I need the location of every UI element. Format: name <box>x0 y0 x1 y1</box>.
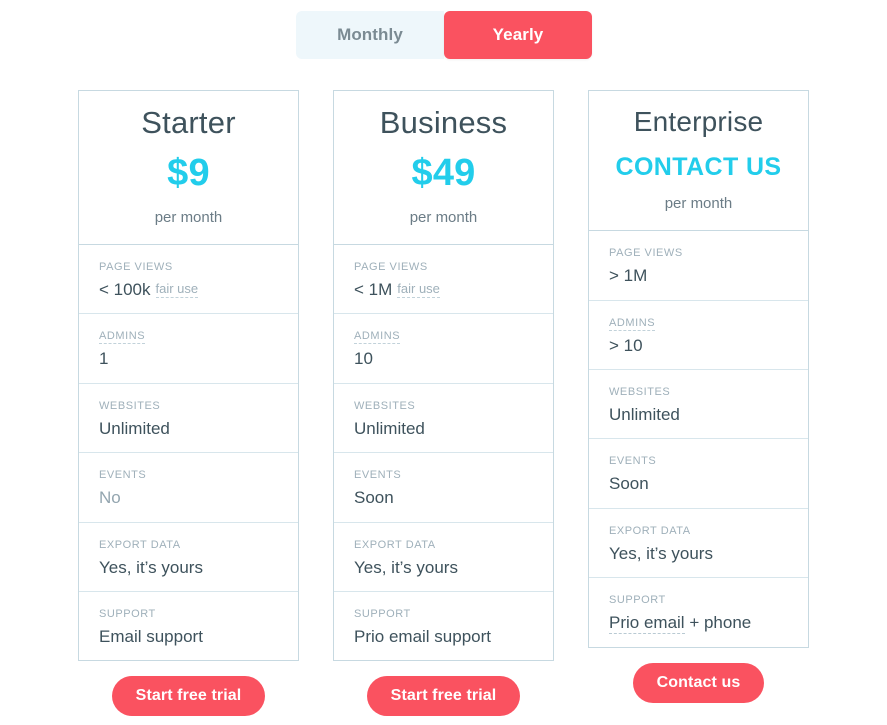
feature-row-admins: ADMINS > 10 <box>589 301 808 371</box>
toggle-option-yearly[interactable]: Yearly <box>444 11 592 59</box>
feature-row-websites: WEBSITES Unlimited <box>589 370 808 440</box>
feature-label-websites: WEBSITES <box>609 386 671 399</box>
feature-value-page-views: > 1M <box>609 266 788 286</box>
feature-label-export-data: EXPORT DATA <box>99 538 181 551</box>
plan-price: CONTACT US <box>615 153 782 182</box>
feature-value-support: Prio email + phone <box>609 613 788 635</box>
feature-label-export-data: EXPORT DATA <box>609 524 691 537</box>
feature-row-support: SUPPORT Email support <box>79 592 298 660</box>
feature-value-admins: 10 <box>354 349 373 369</box>
feature-row-export-data: EXPORT DATA Yes, it’s yours <box>334 523 553 593</box>
cta-button-enterprise[interactable]: Contact us <box>632 662 765 703</box>
feature-value-export-data: Yes, it’s yours <box>354 557 458 577</box>
feature-row-admins: ADMINS 1 <box>79 314 298 384</box>
feature-row-page-views: PAGE VIEWS < 1M fair use <box>334 245 553 315</box>
feature-label-admins[interactable]: ADMINS <box>609 317 656 331</box>
feature-value-events: Soon <box>609 474 649 494</box>
feature-value-admins: > 10 <box>609 335 643 355</box>
feature-value-support-text: Email support <box>99 627 203 647</box>
feature-value-export-data: Yes, it’s yours <box>99 557 203 577</box>
feature-label-admins[interactable]: ADMINS <box>99 330 146 345</box>
plan-header-business: Business $49 per month <box>334 91 553 246</box>
plan-header-starter: Starter $9 per month <box>79 91 298 246</box>
feature-value-support: Email support <box>99 627 278 647</box>
feature-value-websites: Unlimited <box>609 405 680 425</box>
feature-label-page-views: PAGE VIEWS <box>354 261 428 274</box>
cta-button-business[interactable]: Start free trial <box>366 676 521 717</box>
plan-period: per month <box>664 195 733 213</box>
feature-value-events: Soon <box>354 488 394 508</box>
feature-label-events: EVENTS <box>354 469 402 482</box>
feature-value-page-views: < 100k fair use <box>99 280 278 300</box>
feature-row-support: SUPPORT Prio email + phone <box>589 578 808 646</box>
prio-email-tooltip-link[interactable]: Prio email <box>609 613 685 635</box>
feature-label-events: EVENTS <box>609 455 657 468</box>
feature-row-websites: WEBSITES Unlimited <box>79 384 298 454</box>
toggle-option-monthly[interactable]: Monthly <box>296 11 444 59</box>
plan-period: per month <box>409 209 478 227</box>
feature-value-page-views: < 1M fair use <box>354 280 533 300</box>
plan-card-body-enterprise: Enterprise CONTACT US per month PAGE VIE… <box>588 90 809 648</box>
billing-period-toggle[interactable]: Monthly Yearly <box>296 11 592 59</box>
plan-card-body-business: Business $49 per month PAGE VIEWS < 1M fa… <box>333 90 554 662</box>
plan-card-body-starter: Starter $9 per month PAGE VIEWS < 100k fa… <box>78 90 299 662</box>
feature-label-page-views: PAGE VIEWS <box>609 247 683 260</box>
plan-card-enterprise: Enterprise CONTACT US per month PAGE VIE… <box>588 90 809 716</box>
feature-value-page-views-text: < 1M <box>354 280 393 300</box>
pricing-plans: Starter $9 per month PAGE VIEWS < 100k fa… <box>0 90 887 717</box>
feature-label-events: EVENTS <box>99 469 147 482</box>
feature-row-support: SUPPORT Prio email support <box>334 592 553 660</box>
plan-name: Enterprise <box>633 106 764 137</box>
cta-button-starter[interactable]: Start free trial <box>111 676 266 717</box>
feature-value-events: No <box>99 488 121 508</box>
feature-value-support: Prio email support <box>354 627 533 647</box>
feature-value-page-views-text: < 100k <box>99 280 151 300</box>
feature-label-page-views: PAGE VIEWS <box>99 261 173 274</box>
plan-name: Starter <box>141 105 236 140</box>
feature-value-page-views-text: > 1M <box>609 266 648 286</box>
toggle-option-yearly-label: Yearly <box>492 25 544 44</box>
feature-label-support: SUPPORT <box>99 608 156 621</box>
plan-price: $49 <box>411 151 476 194</box>
feature-label-export-data: EXPORT DATA <box>354 538 436 551</box>
feature-label-admins[interactable]: ADMINS <box>354 330 401 345</box>
plan-price: $9 <box>167 151 210 194</box>
feature-value-support-suffix: + phone <box>684 613 752 633</box>
feature-label-websites: WEBSITES <box>99 399 161 412</box>
feature-label-websites: WEBSITES <box>354 399 416 412</box>
toggle-option-monthly-label: Monthly <box>337 25 403 44</box>
plan-period: per month <box>154 209 223 227</box>
feature-value-export-data: Yes, it’s yours <box>609 543 713 563</box>
plan-name: Business <box>379 105 508 140</box>
feature-value-websites: Unlimited <box>354 418 425 438</box>
feature-label-support: SUPPORT <box>354 608 411 621</box>
feature-row-admins: ADMINS 10 <box>334 314 553 384</box>
plan-card-business: Business $49 per month PAGE VIEWS < 1M fa… <box>333 90 554 717</box>
fair-use-tooltip-link[interactable]: fair use <box>397 281 440 299</box>
plan-card-starter: Starter $9 per month PAGE VIEWS < 100k fa… <box>78 90 299 717</box>
feature-row-websites: WEBSITES Unlimited <box>334 384 553 454</box>
feature-value-admins: 1 <box>99 349 109 369</box>
feature-row-events: EVENTS Soon <box>334 453 553 523</box>
feature-row-export-data: EXPORT DATA Yes, it’s yours <box>589 509 808 579</box>
feature-row-page-views: PAGE VIEWS < 100k fair use <box>79 245 298 315</box>
feature-value-websites: Unlimited <box>99 418 170 438</box>
feature-label-support: SUPPORT <box>609 594 666 607</box>
feature-row-events: EVENTS No <box>79 453 298 523</box>
plan-header-enterprise: Enterprise CONTACT US per month <box>589 91 808 232</box>
fair-use-tooltip-link[interactable]: fair use <box>155 281 199 299</box>
feature-row-events: EVENTS Soon <box>589 439 808 509</box>
feature-row-export-data: EXPORT DATA Yes, it’s yours <box>79 523 298 593</box>
feature-row-page-views: PAGE VIEWS > 1M <box>589 231 808 301</box>
feature-value-support-text: Prio email support <box>354 627 492 647</box>
